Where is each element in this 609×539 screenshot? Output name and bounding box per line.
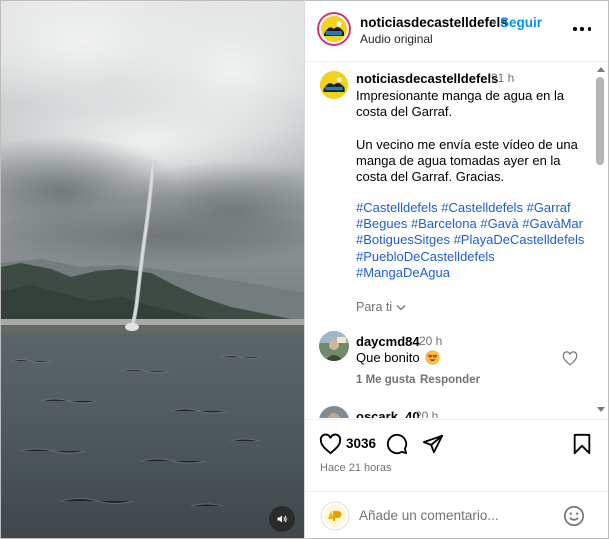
- hashtag-link[interactable]: #Barcelona: [411, 216, 477, 231]
- emoji-icon[interactable]: [563, 505, 585, 527]
- hashtag-link[interactable]: #PuebloDeCastelldefels: [356, 249, 495, 264]
- story-ring-avatar-image: [317, 12, 351, 46]
- more-icon-dot: [587, 27, 591, 31]
- hashtag-link[interactable]: #Gavà: [480, 216, 518, 231]
- heart-icon[interactable]: [319, 433, 342, 455]
- caption-line: costa del Garraf.: [356, 104, 453, 120]
- account-username[interactable]: noticiasdecastelldefels: [360, 15, 508, 30]
- share-icon[interactable]: [422, 433, 444, 455]
- comment-like-heart-icon[interactable]: [562, 351, 578, 366]
- more-icon-dot: [573, 27, 577, 31]
- scroll-down-arrow[interactable]: [597, 407, 605, 412]
- comment-input[interactable]: [359, 505, 559, 525]
- post-header: noticiasdecastelldefels • Seguir Audio o…: [305, 0, 608, 62]
- post-details-pane: noticiasdecastelldefels • Seguir Audio o…: [305, 0, 608, 539]
- heart-eyes-emoji-icon: [425, 350, 440, 365]
- caption-username[interactable]: noticiasdecastelldefels: [356, 71, 498, 86]
- hashtag-link[interactable]: #Castelldefels: [356, 200, 438, 215]
- scroll-thumb[interactable]: [596, 77, 604, 165]
- comment-text-body: Que bonito: [356, 350, 420, 365]
- comment-username[interactable]: oscark_40: [356, 409, 420, 418]
- caption-line: [356, 120, 588, 136]
- comment-username[interactable]: daycmd84: [356, 334, 420, 349]
- waterspout-video-frame: [1, 1, 304, 538]
- comments-list[interactable]: noticiasdecastelldefels 21 h Impresionan…: [305, 63, 608, 418]
- comments-scrollbar[interactable]: [594, 63, 606, 418]
- commenter-avatar[interactable]: [319, 331, 349, 361]
- comment-time: 20 h: [419, 334, 443, 348]
- translation-toggle[interactable]: Para ti: [356, 300, 406, 314]
- commenter-avatar-image: [319, 331, 349, 361]
- caption-line: Impresionante manga de agua en la: [356, 88, 565, 103]
- mute-button[interactable]: [269, 506, 295, 532]
- comment-time: 20 h: [415, 409, 439, 418]
- more-options-button[interactable]: [573, 22, 591, 36]
- audio-label[interactable]: Audio original: [360, 32, 433, 46]
- caption-line: manga de agua tomadas ayer en la: [356, 152, 561, 168]
- separator-dot: •: [492, 15, 497, 30]
- hashtag-link[interactable]: #MangaDeAgua: [356, 265, 450, 280]
- account-avatar[interactable]: [317, 12, 351, 46]
- commenter-avatar[interactable]: [319, 406, 349, 418]
- commenter-avatar-image: [319, 406, 349, 418]
- caption-avatar[interactable]: [319, 70, 349, 100]
- hashtag-link[interactable]: #Begues: [356, 216, 407, 231]
- hashtag-link[interactable]: #GavàMar: [522, 216, 583, 231]
- account-avatar-image: [319, 70, 349, 100]
- post-actions-bar: 3036 Hace 21 horas: [305, 419, 608, 491]
- bookmark-icon[interactable]: [572, 433, 592, 455]
- video-player[interactable]: [1, 1, 304, 538]
- reply-button[interactable]: Responder: [420, 374, 480, 386]
- translation-label: Para ti: [356, 300, 393, 314]
- post-time-ago: Hace 21 horas: [320, 462, 392, 474]
- scroll-up-arrow[interactable]: [597, 67, 605, 72]
- caption-line: Un vecino me envía este vídeo de una: [356, 136, 578, 152]
- comment-text: Que bonito: [356, 350, 440, 365]
- follow-button[interactable]: Seguir: [500, 15, 542, 30]
- chevron-down-icon: [396, 304, 406, 310]
- hashtag-link[interactable]: #Castelldefels: [441, 200, 523, 215]
- hashtag-link[interactable]: #Garraf: [527, 200, 571, 215]
- hashtag-link[interactable]: #PlayaDeCastelldefels: [454, 232, 585, 247]
- volume-icon: [277, 515, 287, 523]
- current-user-avatar: [320, 501, 350, 531]
- add-comment-bar: [305, 491, 608, 539]
- hashtag-link[interactable]: #BotiguesSitges: [356, 232, 450, 247]
- like-count[interactable]: 3036: [346, 436, 376, 451]
- current-user-avatar-image: [320, 501, 350, 531]
- comment-likes-count[interactable]: 1 Me gusta: [356, 374, 415, 386]
- more-icon-dot: [580, 27, 584, 31]
- hashtag-list: #Castelldefels #Castelldefels #Garraf #B…: [356, 200, 596, 281]
- caption-text: Impresionante manga de agua en la costa …: [356, 88, 588, 185]
- comment-icon[interactable]: [386, 433, 408, 455]
- caption-line: costa del Garraf. Gracias.: [356, 169, 505, 185]
- caption-time: 21 h: [491, 71, 515, 85]
